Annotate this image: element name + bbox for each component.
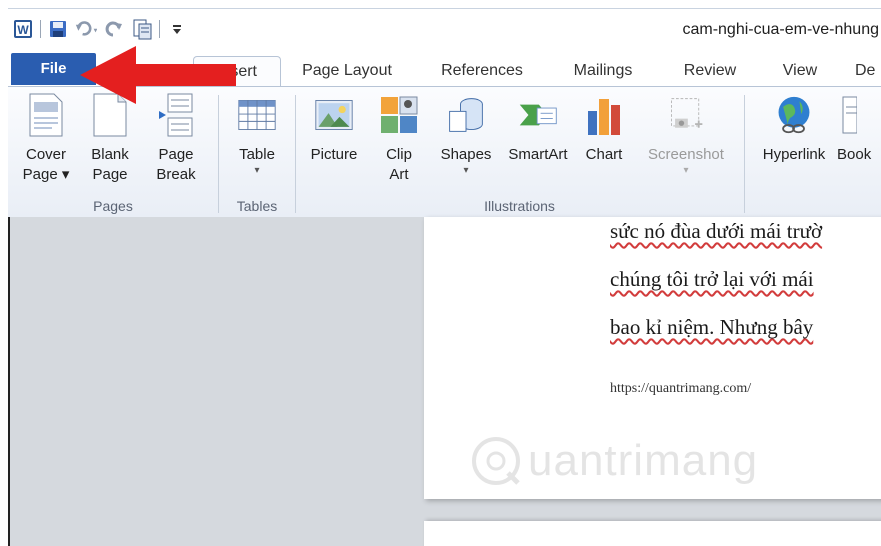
smartart-label: SmartArt [508, 146, 568, 163]
cover-page-label-2: Page ▾ [22, 166, 70, 183]
group-links: Hyperlink Book [745, 87, 881, 217]
tab-references[interactable]: References [432, 56, 532, 86]
toolbar-divider [40, 20, 41, 38]
footer-url: https://quantrimang.com/ [610, 381, 752, 396]
svg-text:W: W [17, 23, 29, 37]
chart-button[interactable]: Chart [578, 91, 630, 165]
group-label-illustrations: Illustrations [484, 198, 555, 214]
hyperlink-icon [774, 91, 814, 139]
tab-developer[interactable]: De [855, 56, 881, 86]
tab-mailings[interactable]: Mailings [560, 56, 646, 86]
screenshot-label: Screenshot [648, 146, 724, 163]
word-app-icon[interactable]: W [12, 18, 34, 40]
smartart-icon [518, 91, 558, 139]
undo-icon[interactable]: ▾ [75, 18, 97, 40]
chart-icon [584, 91, 624, 139]
save-icon[interactable] [47, 18, 69, 40]
cover-page-label-1: Cover [25, 146, 66, 163]
hyperlink-label: Hyperlink [762, 146, 826, 163]
tab-view[interactable]: View [770, 56, 830, 86]
cover-page-icon [26, 91, 66, 139]
redo-icon[interactable] [103, 18, 125, 40]
table-icon [237, 91, 277, 139]
bookmark-button[interactable]: Book [837, 91, 881, 165]
screenshot-dropdown-arrow: ▾ [683, 165, 689, 176]
clip-art-label-2: Art [389, 166, 409, 183]
bookmark-label: Book [837, 146, 872, 163]
tab-review[interactable]: Review [672, 56, 748, 86]
page-break-label-1: Page [158, 146, 194, 163]
window-title: cam-nghi-cua-em-ve-nhung [682, 21, 879, 38]
word-window: W ▾ cam-nghi-cua-em-ve-nhung File Inse [0, 0, 881, 546]
bookmark-icon [837, 91, 877, 139]
cover-page-button[interactable]: Cover Page ▾ [16, 91, 76, 185]
blank-page-label-2: Page [92, 166, 128, 183]
clip-art-icon [379, 91, 419, 139]
next-document-page[interactable] [424, 521, 881, 546]
shapes-button[interactable]: Shapes ▾ [434, 91, 498, 177]
hyperlink-button[interactable]: Hyperlink [749, 91, 839, 165]
page-break-label-2: Break [156, 166, 196, 183]
document-text-line: bao kỉ niệm. Nhưng bây [610, 315, 814, 339]
smartart-button[interactable]: SmartArt [502, 91, 574, 165]
picture-icon [314, 91, 354, 139]
group-pages: Cover Page ▾ Blank Page Page Break Pages [8, 87, 218, 217]
shapes-dropdown-arrow: ▾ [463, 165, 469, 176]
group-tables: Table ▾ Tables [219, 87, 295, 217]
watermark-icon [472, 437, 520, 485]
shapes-label: Shapes [440, 146, 492, 163]
watermark-text: uantrimang [528, 436, 759, 485]
clipboard-icon[interactable] [131, 18, 153, 40]
screenshot-icon [666, 91, 706, 139]
title-bar: W ▾ cam-nghi-cua-em-ve-nhung [8, 8, 881, 49]
group-label-tables: Tables [236, 198, 278, 214]
svg-text:▾: ▾ [94, 25, 97, 34]
document-area[interactable]: sức nó đùa dưới mái trườ chúng tôi trở l… [8, 217, 881, 546]
document-page[interactable]: sức nó đùa dưới mái trườ chúng tôi trở l… [424, 217, 881, 499]
clip-art-button[interactable]: Clip Art [374, 91, 424, 185]
tab-page-layout[interactable]: Page Layout [292, 56, 402, 86]
screenshot-button[interactable]: Screenshot ▾ [638, 91, 734, 177]
group-illustrations: Picture Clip Art Shapes ▾ SmartArt Chart… [296, 87, 743, 217]
clip-art-label-1: Clip [386, 146, 412, 163]
chart-label: Chart [585, 146, 623, 163]
blank-page-label-1: Blank [91, 146, 129, 163]
table-dropdown-arrow: ▾ [254, 165, 260, 176]
group-label-pages: Pages [93, 198, 133, 214]
red-arrow-annotation [80, 46, 236, 104]
watermark-logo: uantrimang [470, 435, 758, 487]
picture-button[interactable]: Picture [302, 91, 366, 165]
document-text-line: chúng tôi trở lại với mái [610, 267, 814, 291]
toolbar-divider [159, 20, 160, 38]
shapes-icon [446, 91, 486, 139]
quick-access-toolbar: W ▾ [12, 17, 188, 41]
table-label: Table [239, 146, 275, 163]
customize-toolbar-icon[interactable] [166, 18, 188, 40]
document-text-line: sức nó đùa dưới mái trườ [610, 219, 823, 243]
picture-label: Picture [310, 146, 358, 163]
